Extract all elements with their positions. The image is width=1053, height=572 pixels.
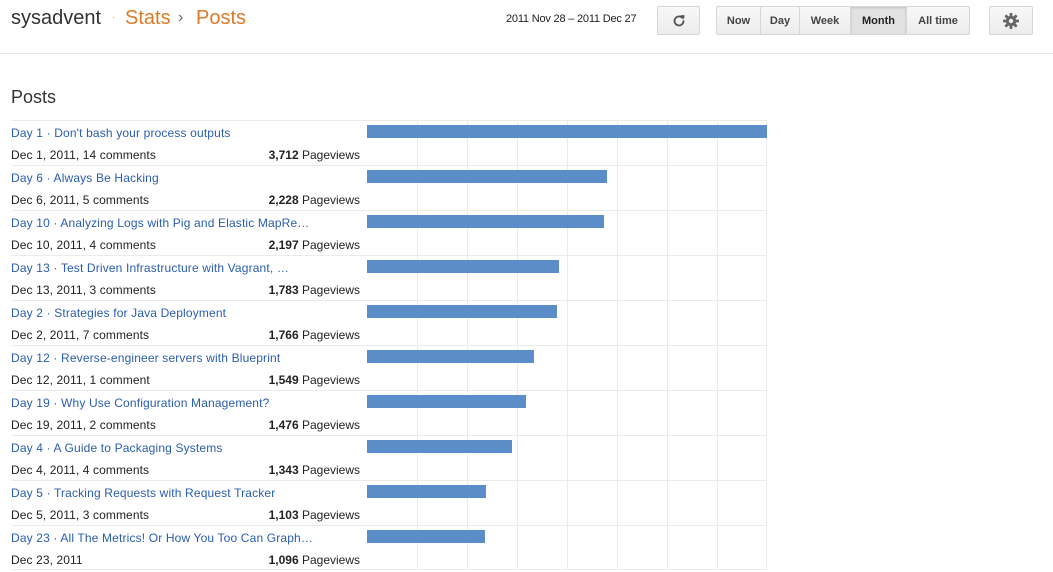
post-title-link[interactable]: Day 13 · Test Driven Infrastructure with… — [11, 261, 341, 275]
breadcrumb-posts: Posts — [196, 7, 247, 29]
post-row: Day 12 · Reverse-engineer servers with B… — [11, 345, 767, 390]
pageviews-label: Pageviews — [301, 553, 360, 567]
post-title-link[interactable]: Day 5 · Tracking Requests with Request T… — [11, 486, 341, 500]
pageviews-bar — [367, 440, 512, 453]
pageviews-bar — [367, 395, 526, 408]
bar-area — [367, 391, 767, 435]
bar-area — [367, 211, 767, 255]
pageviews-label: Pageviews — [301, 328, 360, 342]
post-meta: Dec 19, 2011, 2 comments — [11, 418, 156, 432]
bar-area — [367, 256, 767, 300]
section-title: Posts — [11, 87, 57, 107]
post-row: Day 19 · Why Use Configuration Managemen… — [11, 390, 767, 435]
post-row: Day 10 · Analyzing Logs with Pig and Ela… — [11, 210, 767, 255]
post-title-link[interactable]: Day 10 · Analyzing Logs with Pig and Ela… — [11, 216, 341, 230]
post-meta: Dec 12, 2011, 1 comment — [11, 373, 150, 387]
post-pageviews: 1,766 Pageviews — [269, 328, 360, 342]
post-pageviews: 1,476 Pageviews — [269, 418, 360, 432]
pageviews-label: Pageviews — [301, 193, 360, 207]
post-row: Day 2 · Strategies for Java Deployment De… — [11, 300, 767, 345]
pageviews-count: 1,096 — [268, 553, 299, 567]
post-pageviews: 1,783 Pageviews — [269, 283, 360, 297]
pageviews-label: Pageviews — [301, 508, 360, 522]
pageviews-count: 1,549 — [268, 373, 299, 387]
post-row: Day 23 · All The Metrics! Or How You Too… — [11, 525, 767, 570]
pageviews-bar — [367, 530, 485, 543]
pageviews-label: Pageviews — [301, 463, 360, 477]
post-row: Day 6 · Always Be Hacking Dec 6, 2011, 5 … — [11, 165, 767, 210]
post-pageviews: 2,197 Pageviews — [269, 238, 360, 252]
blog-name[interactable]: sysadvent — [11, 7, 101, 30]
top-bar: sysadvent · Stats › Posts 2011 Nov 28 – … — [0, 0, 1053, 54]
breadcrumb-arrow: › — [178, 9, 184, 26]
post-row: Day 5 · Tracking Requests with Request T… — [11, 480, 767, 525]
pageviews-label: Pageviews — [301, 238, 360, 252]
post-meta: Dec 23, 2011 — [11, 553, 83, 567]
period-selector: Now Day Week Month All time — [716, 6, 970, 35]
post-pageviews: 1,549 Pageviews — [269, 373, 360, 387]
breadcrumb-separator: · — [112, 12, 115, 22]
pageviews-count: 1,766 — [268, 328, 299, 342]
post-title-link[interactable]: Day 6 · Always Be Hacking — [11, 171, 341, 185]
pageviews-count: 1,103 — [268, 508, 299, 522]
post-title-link[interactable]: Day 4 · A Guide to Packaging Systems — [11, 441, 341, 455]
pageviews-label: Pageviews — [301, 148, 360, 162]
breadcrumb-stats[interactable]: Stats — [125, 7, 171, 30]
period-day-button[interactable]: Day — [760, 6, 800, 35]
post-title-link[interactable]: Day 2 · Strategies for Java Deployment — [11, 306, 341, 320]
pageviews-label: Pageviews — [301, 283, 360, 297]
pageviews-bar — [367, 305, 557, 318]
post-title-link[interactable]: Day 23 · All The Metrics! Or How You Too… — [11, 531, 341, 545]
pageviews-count: 2,228 — [268, 193, 299, 207]
post-title-link[interactable]: Day 12 · Reverse-engineer servers with B… — [11, 351, 341, 365]
period-month-button[interactable]: Month — [850, 6, 907, 35]
post-meta: Dec 10, 2011, 4 comments — [11, 238, 156, 252]
pageviews-count: 2,197 — [268, 238, 299, 252]
refresh-icon — [673, 14, 685, 26]
bar-area — [367, 166, 767, 210]
pageviews-label: Pageviews — [301, 418, 360, 432]
pageviews-bar — [367, 260, 559, 273]
pageviews-count: 1,783 — [268, 283, 299, 297]
refresh-button[interactable] — [657, 6, 700, 35]
bar-area — [367, 346, 767, 390]
post-title-link[interactable]: Day 1 · Don't bash your process outputs — [11, 126, 341, 140]
post-meta: Dec 6, 2011, 5 comments — [11, 193, 150, 207]
pageviews-bar — [367, 350, 534, 363]
post-title-link[interactable]: Day 19 · Why Use Configuration Managemen… — [11, 396, 341, 410]
bar-area — [367, 526, 767, 570]
bar-area — [367, 436, 767, 480]
pageviews-bar — [367, 485, 486, 498]
settings-button[interactable] — [989, 6, 1033, 35]
post-meta: Dec 4, 2011, 4 comments — [11, 463, 150, 477]
post-row: Day 13 · Test Driven Infrastructure with… — [11, 255, 767, 300]
period-week-button[interactable]: Week — [799, 6, 851, 35]
pageviews-bar — [367, 170, 607, 183]
post-list: Day 1 · Don't bash your process outputs D… — [11, 120, 767, 570]
post-pageviews: 1,103 Pageviews — [269, 508, 360, 522]
post-row: Day 4 · A Guide to Packaging Systems Dec … — [11, 435, 767, 480]
period-now-button[interactable]: Now — [716, 6, 761, 35]
post-meta: Dec 2, 2011, 7 comments — [11, 328, 150, 342]
post-row: Day 1 · Don't bash your process outputs D… — [11, 120, 767, 165]
post-pageviews: 1,096 Pageviews — [269, 553, 360, 567]
post-pageviews: 1,343 Pageviews — [269, 463, 360, 477]
pageviews-bar — [367, 215, 604, 228]
post-meta: Dec 1, 2011, 14 comments — [11, 148, 156, 162]
pageviews-count: 1,343 — [268, 463, 299, 477]
bar-area — [367, 481, 767, 525]
pageviews-label: Pageviews — [301, 373, 360, 387]
date-range: 2011 Nov 28 – 2011 Dec 27 — [506, 13, 637, 25]
post-pageviews: 3,712 Pageviews — [269, 148, 360, 162]
pageviews-bar — [367, 125, 767, 138]
bar-area — [367, 121, 767, 165]
post-meta: Dec 5, 2011, 3 comments — [11, 508, 150, 522]
pageviews-count: 3,712 — [268, 148, 299, 162]
post-pageviews: 2,228 Pageviews — [269, 193, 360, 207]
post-meta: Dec 13, 2011, 3 comments — [11, 283, 156, 297]
bar-area — [367, 301, 767, 345]
gear-icon — [1003, 12, 1019, 29]
period-alltime-button[interactable]: All time — [906, 6, 970, 35]
pageviews-count: 1,476 — [268, 418, 299, 432]
